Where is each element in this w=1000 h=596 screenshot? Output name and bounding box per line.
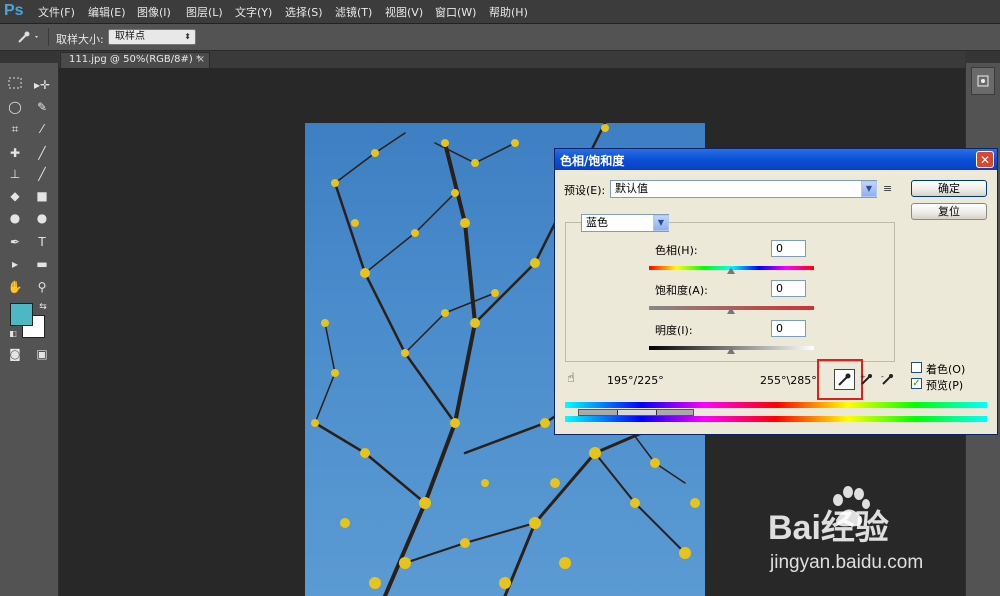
- hand-tool-icon[interactable]: ✋: [6, 279, 24, 295]
- sample-size-select[interactable]: 取样点 ⬍: [108, 29, 196, 45]
- preset-label: 预设(E):: [564, 184, 606, 197]
- blur-tool-icon[interactable]: ●: [6, 210, 24, 226]
- lasso-tool-icon[interactable]: ◯: [6, 99, 24, 115]
- hue-label: 色相(H):: [655, 244, 698, 257]
- range-left-label: 195°/225°: [607, 374, 664, 387]
- marquee-tool-icon[interactable]: [6, 77, 24, 93]
- preset-dropdown-icon[interactable]: ▼: [861, 181, 877, 197]
- menu-type[interactable]: 文字(Y): [235, 4, 272, 20]
- sample-size-label: 取样大小:: [56, 33, 104, 46]
- healing-brush-tool-icon[interactable]: ✚: [6, 145, 24, 161]
- dialog-close-button[interactable]: ✕: [976, 151, 994, 168]
- saturation-input[interactable]: 0: [771, 280, 806, 297]
- close-tab-icon[interactable]: ×: [197, 53, 205, 67]
- preset-select[interactable]: 默认值: [610, 180, 877, 198]
- menu-view[interactable]: 视图(V): [385, 4, 423, 20]
- rectangle-tool-icon[interactable]: ▬: [33, 256, 51, 272]
- select-arrow-icon: ⬍: [184, 32, 191, 41]
- quick-mask-icon[interactable]: ◙: [6, 346, 24, 362]
- document-tab-title: 111.jpg @ 50%(RGB/8#) *: [69, 54, 201, 65]
- menu-image[interactable]: 图像(I): [137, 4, 171, 20]
- preview-label: 预览(P): [926, 379, 964, 392]
- channel-value: 蓝色: [586, 216, 608, 229]
- watermark-text: Bai经验: [768, 509, 889, 547]
- channel-dropdown-icon[interactable]: ▼: [653, 215, 669, 231]
- eyedropper-tool-preset-icon[interactable]: [16, 29, 42, 45]
- move-tool-icon[interactable]: ▸✛: [33, 77, 51, 93]
- sample-size-value: 取样点: [115, 31, 145, 42]
- crop-tool-icon[interactable]: ⌗: [6, 121, 24, 137]
- quick-select-tool-icon[interactable]: ✎: [33, 99, 51, 115]
- adjustment-group-box: [565, 222, 895, 362]
- targeted-adjustment-hand-icon[interactable]: ☝: [567, 371, 583, 387]
- menu-layer[interactable]: 图层(L): [186, 4, 223, 20]
- type-tool-icon[interactable]: T: [33, 234, 51, 250]
- range-right-label: 255°\285°: [760, 374, 817, 387]
- menu-filter[interactable]: 滤镜(T): [335, 4, 372, 20]
- saturation-label: 饱和度(A):: [655, 284, 708, 297]
- foreground-color-swatch[interactable]: [10, 303, 33, 326]
- input-color-bar: [565, 402, 987, 408]
- menu-edit[interactable]: 编辑(E): [88, 4, 126, 20]
- clone-stamp-tool-icon[interactable]: ⊥: [6, 166, 24, 182]
- watermark-url: jingyan.baidu.com: [770, 552, 924, 573]
- colorize-label: 着色(O): [926, 363, 966, 376]
- range-slider[interactable]: [578, 409, 694, 416]
- dodge-tool-icon[interactable]: ●: [33, 210, 51, 226]
- eyedropper-icon[interactable]: [834, 369, 855, 390]
- ok-button[interactable]: 确定: [911, 180, 987, 197]
- lightness-label: 明度(I):: [655, 324, 693, 337]
- document-tab[interactable]: 111.jpg @ 50%(RGB/8#) * ×: [60, 52, 210, 68]
- reset-button[interactable]: 复位: [911, 203, 987, 220]
- path-selection-tool-icon[interactable]: ▸: [6, 256, 24, 272]
- lightness-slider-thumb[interactable]: [727, 347, 735, 354]
- eyedropper-tool-icon[interactable]: ⁄: [33, 121, 51, 137]
- preview-checkbox[interactable]: ✓: [911, 378, 922, 389]
- options-separator: [48, 28, 49, 46]
- lightness-input[interactable]: 0: [771, 320, 806, 337]
- pen-tool-icon[interactable]: ✒: [6, 234, 24, 250]
- screen-mode-icon[interactable]: ▣: [33, 346, 51, 362]
- menu-file[interactable]: 文件(F): [38, 4, 75, 20]
- hue-slider-thumb[interactable]: [727, 267, 735, 274]
- history-brush-tool-icon[interactable]: ╱: [33, 166, 51, 182]
- preset-value: 默认值: [615, 182, 648, 195]
- svg-text:-: -: [881, 372, 884, 381]
- menu-select[interactable]: 选择(S): [285, 4, 323, 20]
- swap-colors-icon[interactable]: ⇆: [34, 299, 52, 315]
- gradient-tool-icon[interactable]: ■: [33, 188, 51, 204]
- preset-options-icon[interactable]: ≡: [883, 182, 897, 196]
- range-slider-selection[interactable]: [617, 410, 657, 415]
- eyedropper-minus-icon[interactable]: -: [880, 371, 896, 387]
- brush-tool-icon[interactable]: ╱: [33, 145, 51, 161]
- svg-text:+: +: [860, 373, 866, 381]
- panel-toggle-button[interactable]: [971, 67, 995, 95]
- default-colors-icon[interactable]: ◧: [4, 326, 22, 342]
- eyedropper-plus-icon[interactable]: +: [859, 371, 875, 387]
- zoom-tool-icon[interactable]: ⚲: [33, 279, 51, 295]
- saturation-slider-thumb[interactable]: [727, 307, 735, 314]
- colorize-checkbox[interactable]: [911, 362, 922, 373]
- eraser-tool-icon[interactable]: ◆: [6, 188, 24, 204]
- photoshop-logo: Ps: [4, 2, 24, 19]
- output-color-bar: [565, 416, 987, 422]
- menu-window[interactable]: 窗口(W): [435, 4, 476, 20]
- dialog-title: 色相/饱和度: [560, 154, 625, 168]
- hue-input[interactable]: 0: [771, 240, 806, 257]
- menu-help[interactable]: 帮助(H): [489, 4, 528, 20]
